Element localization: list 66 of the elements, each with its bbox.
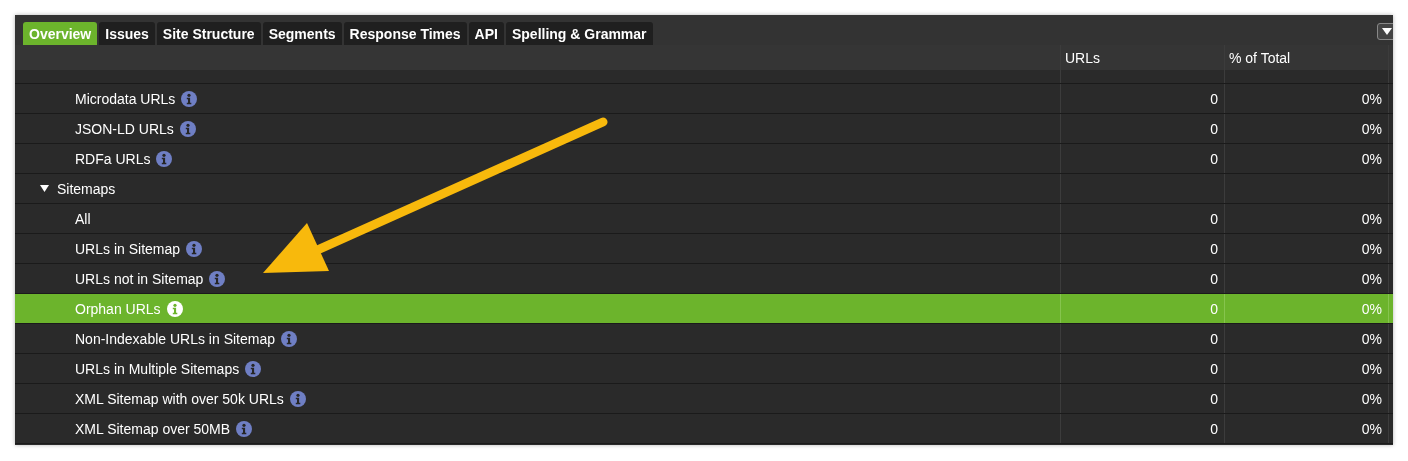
info-icon[interactable] (245, 360, 262, 377)
row-label: Microdata URLs (75, 90, 176, 107)
info-icon[interactable] (209, 270, 226, 287)
row-label: Sitemaps (57, 180, 116, 197)
table-row[interactable]: XML Sitemap with over 50k URLs 0 0% (15, 384, 1393, 414)
table-cell: 0% (1361, 150, 1382, 167)
row-label: URLs in Sitemap (75, 240, 181, 257)
expanded-icon[interactable] (40, 185, 49, 192)
table-cell: 0 (1210, 270, 1218, 287)
tab[interactable]: Spelling & Grammar (505, 22, 653, 45)
row-label: XML Sitemap with over 50k URLs (75, 390, 284, 407)
table-cell: 0 (1210, 210, 1218, 227)
row-label: XML Sitemap over 50MB (75, 420, 231, 437)
info-icon[interactable] (236, 420, 253, 437)
row-label: Non-Indexable URLs in Sitemap (75, 330, 275, 347)
table-cell: 0 (1210, 150, 1218, 167)
table-row[interactable]: XML Sitemap over 50MB 0 0% (15, 414, 1393, 444)
info-icon[interactable] (281, 330, 297, 347)
table-cell: 0 (1210, 420, 1218, 437)
table-cell: 0% (1361, 120, 1382, 137)
table-cell: 0 (1210, 90, 1218, 107)
table-row[interactable]: JSON-LD URLs 0 0% (15, 114, 1393, 144)
tab[interactable]: Segments (262, 22, 342, 45)
table-row[interactable]: URLs in Multiple Sitemaps 0 0% (15, 354, 1393, 384)
info-icon[interactable] (166, 300, 183, 317)
info-icon[interactable] (181, 90, 198, 107)
tab[interactable]: API (468, 22, 504, 45)
table-cell: 0 (1210, 300, 1218, 317)
column-header[interactable]: % of Total (1225, 45, 1389, 70)
column-header[interactable]: URLs (1061, 45, 1225, 70)
table-cell: 0% (1361, 330, 1382, 347)
table-row[interactable]: RDFa URLs 0 0% (15, 144, 1393, 174)
info-icon[interactable] (156, 150, 173, 167)
caret-icon (1382, 28, 1392, 35)
table-cell: 0% (1361, 390, 1382, 407)
table-row[interactable]: URLs in Sitemap 0 0% (15, 234, 1393, 264)
tab[interactable]: Site Structure (156, 22, 261, 45)
table-cell: 0 (1210, 120, 1218, 137)
row-label: URLs in Multiple Sitemaps (75, 360, 240, 377)
table-cell: 0 (1210, 390, 1218, 407)
info-icon[interactable] (179, 120, 196, 137)
row-label: All (75, 210, 91, 227)
row-label: URLs not in Sitemap (75, 270, 204, 287)
table-cell: 0% (1361, 210, 1382, 227)
table-cell: 0% (1361, 420, 1382, 437)
table-cell: 0% (1361, 90, 1382, 107)
dropdown-button[interactable] (1377, 23, 1393, 40)
table-row[interactable]: URLs not in Sitemap 0 0% (15, 264, 1393, 294)
table-cell: 0 (1210, 360, 1218, 377)
row-label: JSON-LD URLs (75, 120, 174, 137)
table-row[interactable]: Non-Indexable URLs in Sitemap 0 0% (15, 324, 1393, 354)
tab[interactable]: Issues (99, 22, 155, 45)
table-cell: 0% (1361, 360, 1382, 377)
row-label: RDFa URLs (75, 150, 151, 167)
table-row[interactable]: Sitemaps (15, 174, 1393, 204)
table-row[interactable]: Microdata URLs 0 0% (15, 84, 1393, 114)
table-cell: 0% (1361, 240, 1382, 257)
table-cell: 0 (1210, 330, 1218, 347)
row-label: Orphan URLs (75, 300, 161, 317)
info-icon[interactable] (289, 390, 306, 407)
table-cell: 0% (1361, 300, 1382, 317)
tab[interactable]: Response Times (343, 22, 467, 45)
info-icon[interactable] (186, 240, 203, 257)
table-row[interactable]: All 0 0% (15, 204, 1393, 234)
table-cell: 0 (1210, 240, 1218, 257)
table-cell: 0% (1361, 270, 1382, 287)
